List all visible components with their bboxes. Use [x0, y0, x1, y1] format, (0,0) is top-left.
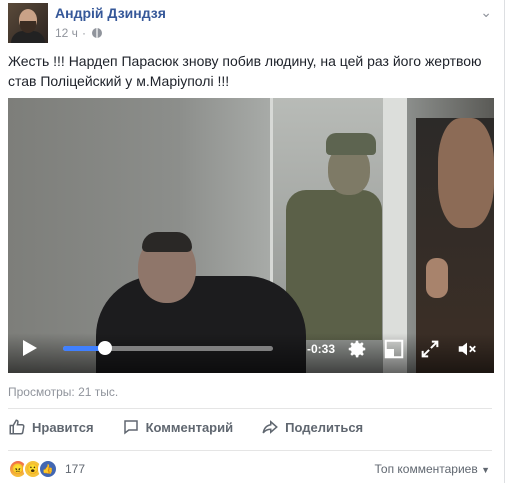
- post-actions: Нравится Комментарий Поделиться: [8, 418, 391, 436]
- reactions-count: 177: [65, 462, 86, 476]
- share-label: Поделиться: [285, 419, 364, 435]
- video-scrubber[interactable]: [98, 341, 112, 355]
- comment-sort-dropdown[interactable]: Топ комментариев ▼: [375, 462, 490, 476]
- author-avatar[interactable]: [8, 3, 48, 43]
- divider: [8, 408, 492, 409]
- like-button[interactable]: Нравится: [8, 418, 94, 436]
- thumbs-up-icon: [9, 419, 25, 435]
- post-time[interactable]: 12 ч: [55, 26, 78, 40]
- like-reaction-icon: 👍: [38, 459, 58, 479]
- comment-label: Комментарий: [145, 419, 234, 435]
- share-button[interactable]: Поделиться: [261, 418, 363, 436]
- picture-in-picture-icon[interactable]: [383, 338, 405, 360]
- view-count: Просмотры: 21 тыс.: [8, 385, 119, 399]
- video-progress-bar[interactable]: [63, 346, 273, 351]
- play-icon[interactable]: [23, 340, 37, 356]
- share-icon: [262, 420, 278, 434]
- gear-icon[interactable]: [346, 338, 368, 360]
- like-label: Нравится: [32, 419, 94, 435]
- post-card: Андрій Дзиндзя 12 ч · ⌄ Жесть !!! Нардеп…: [0, 0, 505, 483]
- chevron-down-icon[interactable]: ⌄: [480, 4, 492, 21]
- caret-down-icon: ▼: [481, 465, 490, 475]
- reactions-summary[interactable]: 😠 😮 👍 177: [8, 459, 85, 479]
- fullscreen-icon[interactable]: [419, 338, 441, 360]
- post-text: Жесть !!! Нардеп Парасюк знову побив люд…: [8, 53, 482, 89]
- video-time-remaining: -0:33: [307, 342, 336, 356]
- post-meta: 12 ч ·: [55, 26, 102, 40]
- divider: [8, 450, 492, 451]
- comment-icon: [123, 420, 138, 435]
- comment-button[interactable]: Комментарий: [122, 418, 234, 436]
- comment-sort-label: Топ комментариев: [374, 462, 478, 476]
- mute-icon[interactable]: [456, 338, 478, 360]
- author-name[interactable]: Андрій Дзиндзя: [55, 5, 166, 21]
- video-player[interactable]: -0:33: [8, 98, 494, 373]
- globe-icon: [91, 28, 102, 38]
